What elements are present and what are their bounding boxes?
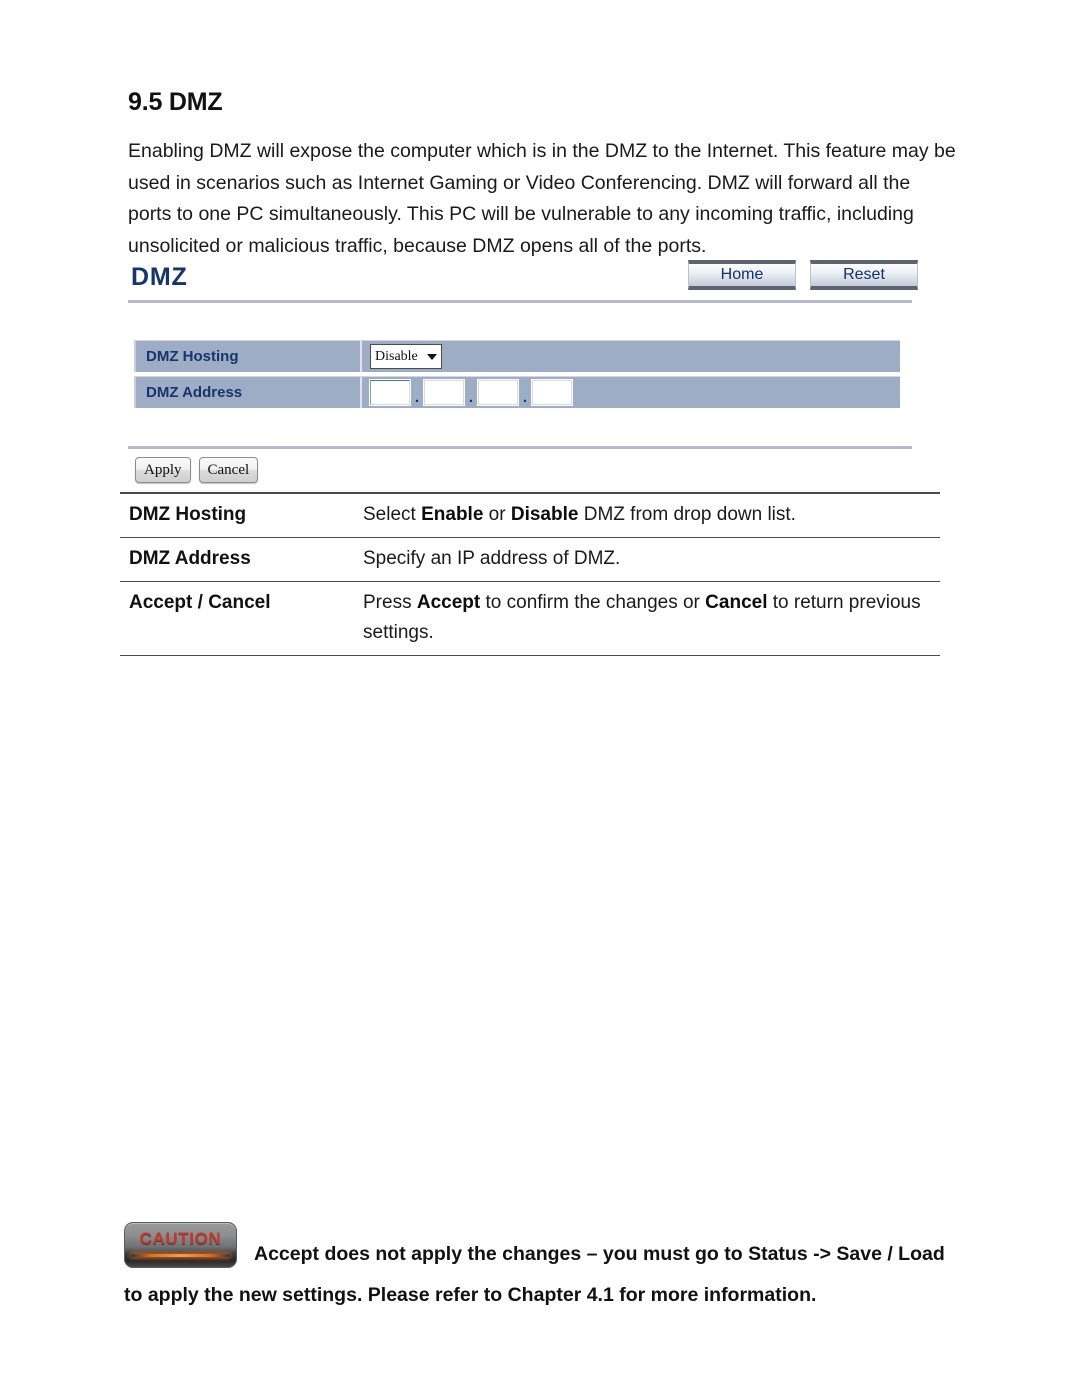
reset-button[interactable]: Reset bbox=[810, 260, 918, 290]
ip-quad-input: . . . bbox=[369, 379, 573, 406]
cancel-button[interactable]: Cancel bbox=[198, 457, 259, 483]
field-description-table: DMZ Hosting Select Enable or Disable DMZ… bbox=[120, 494, 940, 656]
desc-term-dmz-address: DMZ Address bbox=[120, 537, 360, 582]
desc-emphasis-disable: Disable bbox=[510, 504, 579, 525]
panel-divider-bottom bbox=[128, 446, 912, 449]
page-title: 9.5 DMZ bbox=[128, 88, 223, 116]
form-action-buttons: Apply Cancel bbox=[135, 457, 259, 483]
home-button[interactable]: Home bbox=[688, 260, 796, 290]
dmz-settings-form: DMZ Hosting Disable DMZ Address . . . bbox=[134, 340, 900, 412]
desc-emphasis-cancel: Cancel bbox=[705, 592, 768, 613]
ip-separator-2: . bbox=[468, 388, 474, 406]
ip-octet-3[interactable] bbox=[477, 379, 519, 406]
desc-text-plain-3: Press bbox=[363, 592, 417, 613]
desc-definition-accept-cancel: Press Accept to confirm the changes or C… bbox=[360, 581, 940, 656]
ip-octet-4[interactable] bbox=[531, 379, 573, 406]
dmz-hosting-select[interactable]: Disable bbox=[370, 344, 442, 369]
ip-separator-3: . bbox=[522, 388, 528, 406]
table-row: Accept / Cancel Press Accept to confirm … bbox=[120, 581, 940, 656]
dmz-address-field: . . . bbox=[362, 377, 900, 408]
form-row-dmz-hosting: DMZ Hosting Disable bbox=[134, 340, 900, 372]
desc-text-plain-2: DMZ from drop down list. bbox=[578, 504, 796, 525]
intro-paragraph: Enabling DMZ will expose the computer wh… bbox=[128, 140, 956, 257]
router-ui-screenshot: DMZ Home Reset DMZ Hosting Disable DMZ A… bbox=[128, 258, 918, 490]
desc-emphasis-accept: Accept bbox=[416, 592, 481, 613]
desc-definition-dmz-address: Specify an IP address of DMZ. bbox=[360, 537, 940, 582]
router-panel-title: DMZ bbox=[131, 263, 188, 291]
caution-badge-label: CAUTION bbox=[139, 1229, 222, 1248]
form-row-dmz-address: DMZ Address . . . bbox=[134, 376, 900, 408]
dmz-address-label: DMZ Address bbox=[134, 377, 362, 408]
caution-glow-line bbox=[131, 1254, 230, 1257]
table-row: DMZ Address Specify an IP address of DMZ… bbox=[120, 537, 940, 582]
dmz-hosting-selected-value: Disable bbox=[375, 348, 418, 364]
desc-text-plain-4: to confirm the changes or bbox=[480, 592, 706, 613]
ip-octet-1[interactable] bbox=[369, 379, 411, 406]
caution-icon: CAUTION bbox=[124, 1222, 237, 1268]
panel-divider-top bbox=[128, 300, 912, 303]
desc-text-plain-0: Select bbox=[363, 504, 422, 525]
dmz-hosting-label: DMZ Hosting bbox=[134, 341, 362, 372]
desc-text-plain-1: or bbox=[483, 504, 511, 525]
document-page: 9.5 DMZ Enabling DMZ will expose the com… bbox=[0, 0, 1080, 1397]
ip-octet-2[interactable] bbox=[423, 379, 465, 406]
desc-definition-dmz-hosting: Select Enable or Disable DMZ from drop d… bbox=[360, 494, 940, 538]
apply-button[interactable]: Apply bbox=[135, 457, 191, 483]
chevron-down-icon bbox=[427, 353, 437, 360]
table-row: DMZ Hosting Select Enable or Disable DMZ… bbox=[120, 494, 940, 538]
desc-emphasis-enable: Enable bbox=[421, 504, 484, 525]
router-nav-buttons: Home Reset bbox=[688, 260, 918, 290]
desc-term-accept-cancel: Accept / Cancel bbox=[120, 581, 360, 656]
caution-note-text: Accept does not apply the changes – you … bbox=[124, 1243, 945, 1306]
desc-term-dmz-hosting: DMZ Hosting bbox=[120, 494, 360, 538]
ip-separator-1: . bbox=[414, 388, 420, 406]
dmz-hosting-field: Disable bbox=[362, 341, 900, 372]
